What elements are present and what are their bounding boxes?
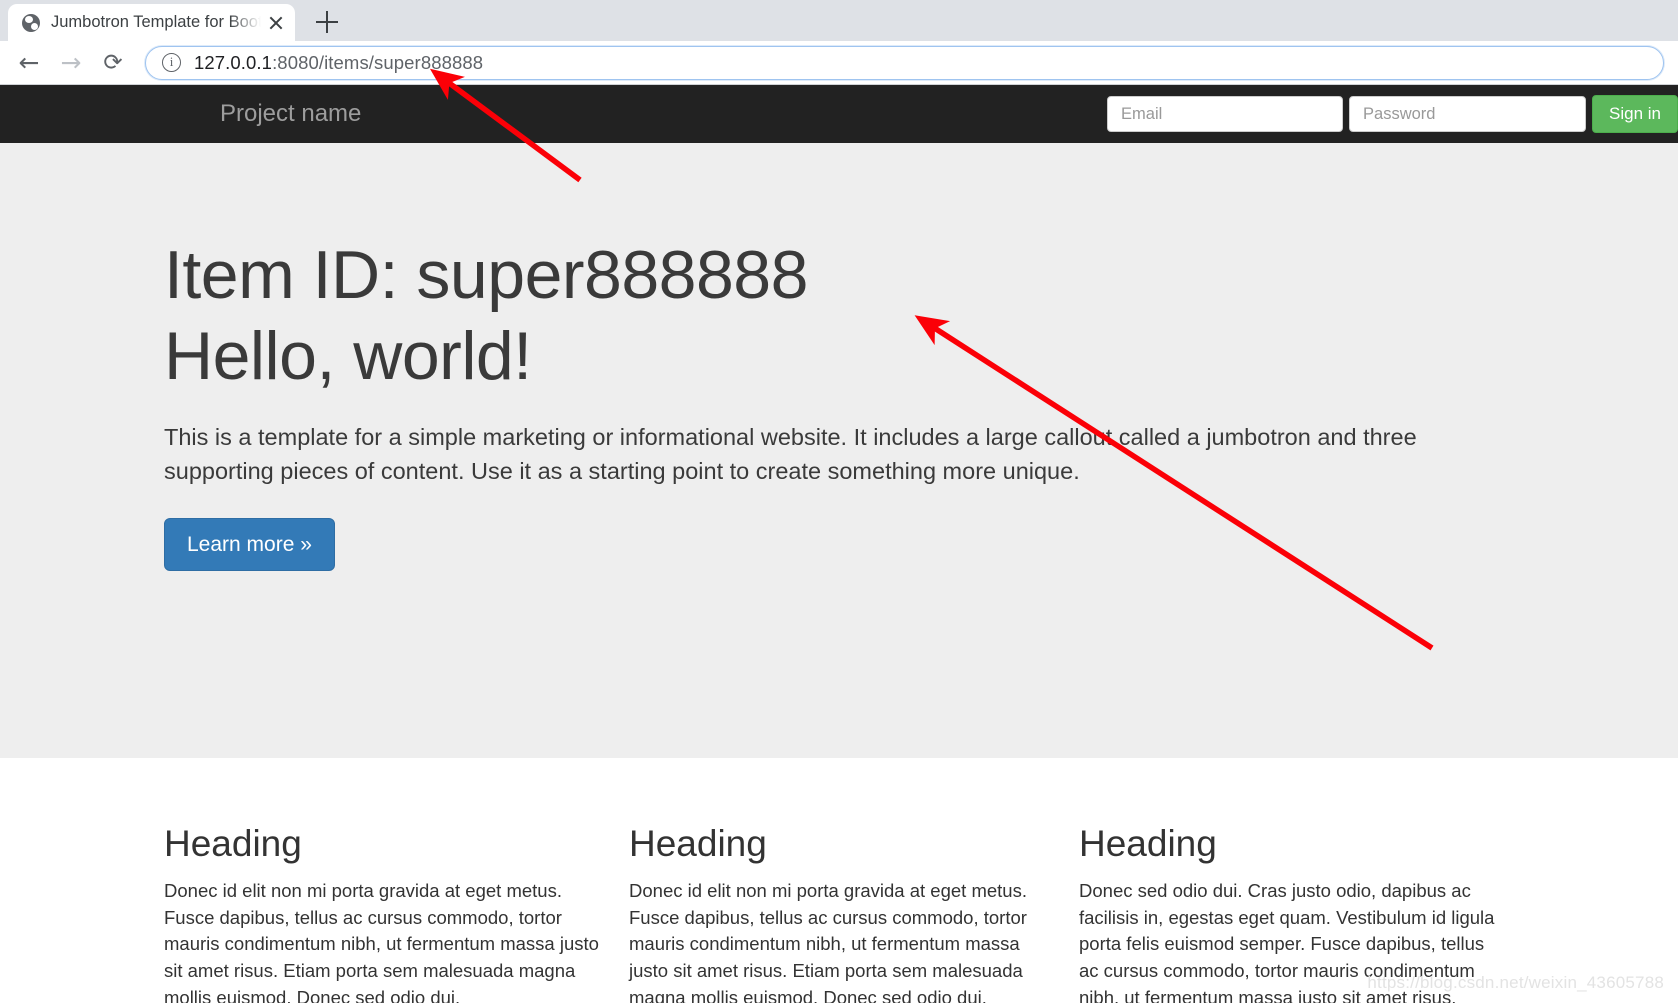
- close-icon[interactable]: [265, 12, 287, 34]
- feature-column-2: Heading Donec id elit non mi porta gravi…: [614, 823, 1064, 1003]
- site-info-icon[interactable]: i: [162, 53, 181, 72]
- reload-icon: ⟳: [103, 49, 123, 76]
- site-navbar: Project name Sign in: [0, 85, 1678, 143]
- forward-button[interactable]: →: [50, 42, 92, 84]
- feature-body: Donec id elit non mi porta gravida at eg…: [164, 879, 599, 1003]
- url-path: :8080/items/super888888: [272, 51, 484, 73]
- url-host: 127.0.0.1: [194, 51, 273, 73]
- page-content: Project name Sign in Item ID: super88888…: [0, 85, 1678, 1003]
- globe-icon: [22, 13, 40, 32]
- browser-window: Jumbotron Template for Boots ← → ⟳ i 127…: [0, 0, 1678, 1005]
- features-container: Heading Donec id elit non mi porta gravi…: [164, 758, 1514, 1003]
- jumbotron: Item ID: super888888 Hello, world! This …: [0, 143, 1678, 758]
- jumbotron-paragraph: This is a template for a simple marketin…: [164, 423, 1417, 484]
- brand-link[interactable]: Project name: [220, 100, 361, 128]
- signin-form: Sign in: [1107, 95, 1678, 133]
- feature-heading: Heading: [629, 823, 767, 864]
- back-arrow-icon: ←: [18, 47, 40, 77]
- item-id-heading: Item ID: super888888: [164, 237, 808, 313]
- feature-heading: Heading: [164, 823, 302, 864]
- hello-world-heading: Hello, world!: [164, 317, 532, 394]
- forward-arrow-icon: →: [60, 47, 82, 77]
- new-tab-button[interactable]: [307, 5, 347, 38]
- feature-column-1: Heading Donec id elit non mi porta gravi…: [164, 823, 614, 1003]
- reload-button[interactable]: ⟳: [92, 42, 134, 84]
- browser-toolbar: ← → ⟳ i 127.0.0.1:8080/items/super888888: [0, 41, 1678, 85]
- learn-more-button[interactable]: Learn more »: [164, 517, 335, 571]
- sign-in-button[interactable]: Sign in: [1592, 95, 1678, 133]
- browser-tab[interactable]: Jumbotron Template for Boots: [8, 4, 295, 41]
- feature-body: Donec id elit non mi porta gravida at eg…: [629, 879, 1027, 1003]
- back-button[interactable]: ←: [8, 42, 50, 84]
- password-field[interactable]: [1349, 96, 1587, 132]
- email-field[interactable]: [1107, 96, 1344, 132]
- feature-heading: Heading: [1079, 823, 1217, 864]
- tab-strip: Jumbotron Template for Boots: [0, 0, 1678, 41]
- url-text: 127.0.0.1:8080/items/super888888: [194, 52, 483, 74]
- address-bar[interactable]: i 127.0.0.1:8080/items/super888888: [145, 45, 1664, 80]
- features-row: Heading Donec id elit non mi porta gravi…: [164, 758, 1514, 1003]
- tab-title: Jumbotron Template for Boots: [51, 13, 261, 31]
- watermark: https://blog.csdn.net/weixin_43605788: [1367, 973, 1664, 992]
